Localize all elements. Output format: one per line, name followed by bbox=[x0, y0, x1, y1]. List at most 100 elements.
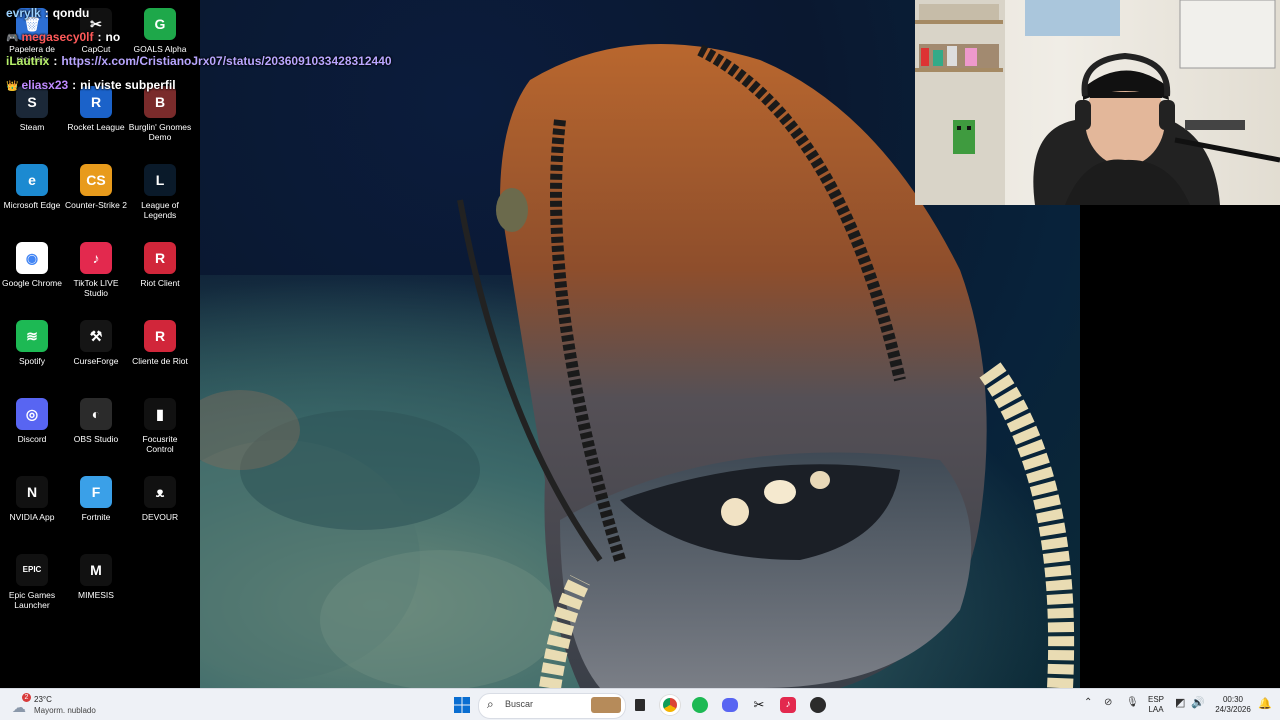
taskbar-chrome[interactable] bbox=[658, 693, 682, 717]
taskbar-tiktok-live[interactable]: ♪ bbox=[776, 693, 800, 717]
taskbar-capcut[interactable]: ✂ bbox=[747, 693, 771, 717]
taskbar-discord[interactable] bbox=[718, 693, 742, 717]
weather-alert-badge: 2 bbox=[22, 693, 31, 702]
app-icon: ᴥ bbox=[144, 476, 176, 508]
app-icon: EPIC bbox=[16, 554, 48, 586]
desktop-icon[interactable]: R Riot Client bbox=[128, 242, 192, 288]
app-icon: ◉ bbox=[16, 242, 48, 274]
app-icon: ♪ bbox=[80, 242, 112, 274]
task-view-button[interactable] bbox=[628, 693, 652, 717]
webcam-feed bbox=[915, 0, 1280, 205]
wifi-icon[interactable]: ◩ bbox=[1175, 696, 1185, 709]
app-icon: CS bbox=[80, 164, 112, 196]
show-hidden-icons-chevron[interactable]: ⌃ bbox=[1084, 697, 1092, 708]
chat-message: 👑 eliasx23: ni viste subperfil bbox=[6, 78, 176, 92]
spotify-icon bbox=[692, 697, 708, 713]
chrome-icon bbox=[660, 695, 680, 715]
keyboard-layout: LAA bbox=[1148, 705, 1164, 714]
chat-message: 🎮 megasecy0lf: no bbox=[6, 30, 120, 44]
chat-separator: : bbox=[53, 54, 58, 68]
desktop-icon[interactable]: ⚒ CurseForge bbox=[64, 320, 128, 366]
chat-text: https://x.com/CristianoJrx07/status/2036… bbox=[61, 54, 392, 68]
weather-desc: Mayorm. nublado bbox=[34, 706, 96, 715]
desktop-icon[interactable]: G GOALS Alpha bbox=[128, 8, 192, 54]
app-icon: F bbox=[80, 476, 112, 508]
microphone-icon[interactable]: 🎙 bbox=[1126, 697, 1139, 708]
taskbar-obs[interactable] bbox=[806, 693, 830, 717]
app-icon: ≋ bbox=[16, 320, 48, 352]
desktop-icon[interactable]: e Microsoft Edge bbox=[0, 164, 64, 210]
taskbar-spotify[interactable] bbox=[688, 693, 712, 717]
desktop-icon-label: League of Legends bbox=[141, 200, 179, 220]
discord-icon bbox=[722, 698, 738, 712]
desktop-icon[interactable]: ᴥ DEVOUR bbox=[128, 476, 192, 522]
desktop-icon[interactable]: CS Counter-Strike 2 bbox=[64, 164, 128, 210]
desktop-icon-label: Epic Games Launcher bbox=[8, 590, 56, 610]
desktop-icon[interactable]: R Cliente de Riot bbox=[128, 320, 192, 366]
chat-message: evrylk: qondu bbox=[6, 6, 89, 20]
webcam-scene bbox=[915, 0, 1280, 205]
desktop-icon-label: Discord bbox=[17, 434, 47, 444]
right-black-panel bbox=[1080, 205, 1280, 688]
clock[interactable]: 00:30 24/3/2026 bbox=[1210, 695, 1256, 715]
desktop-icon[interactable]: ◐ OBS Studio bbox=[64, 398, 128, 444]
desktop-icon[interactable]: M MIMESIS bbox=[64, 554, 128, 600]
desktop-icon-label: Burglin' Gnomes Demo bbox=[128, 122, 192, 142]
chat-username: iLautrix bbox=[6, 54, 50, 68]
desktop-icon-label: Steam bbox=[19, 122, 45, 132]
clock-date: 24/3/2026 bbox=[1215, 705, 1251, 714]
search-placeholder: Buscar bbox=[505, 699, 534, 709]
desktop-icon[interactable]: B Burglin' Gnomes Demo bbox=[128, 86, 192, 142]
app-icon: e bbox=[16, 164, 48, 196]
desktop-icon-label: MIMESIS bbox=[78, 590, 114, 600]
chat-username: evrylk bbox=[6, 6, 41, 20]
app-icon: R bbox=[144, 320, 176, 352]
desktop-icon[interactable]: R Rocket League bbox=[64, 86, 128, 132]
app-icon: L bbox=[144, 164, 176, 196]
desktop-icon-label: OBS Studio bbox=[73, 434, 119, 444]
desktop-icon-label: NVIDIA App bbox=[9, 512, 55, 522]
clock-time: 00:30 bbox=[1222, 695, 1244, 704]
search-highlight-icon bbox=[591, 697, 621, 713]
app-icon: R bbox=[144, 242, 176, 274]
input-language[interactable]: ESP LAA bbox=[1144, 695, 1168, 715]
desktop-icon[interactable]: ◎ Discord bbox=[0, 398, 64, 444]
desktop-icon-label: Google Chrome bbox=[1, 278, 62, 288]
weather-widget[interactable]: ☁ 2 23°C Mayorm. nublado bbox=[10, 693, 120, 717]
taskbar: ☁ 2 23°C Mayorm. nublado ⌕ Buscar ✂ ♪ ⌃ … bbox=[0, 688, 1280, 720]
desktop-icon[interactable]: F Fortnite bbox=[64, 476, 128, 522]
desktop-icon[interactable]: L League of Legends bbox=[128, 164, 192, 220]
start-button[interactable] bbox=[450, 693, 474, 717]
desktop-icon-label: CurseForge bbox=[73, 356, 119, 366]
desktop-icon-label: Riot Client bbox=[140, 278, 180, 288]
desktop-icon-label: Rocket League bbox=[67, 122, 125, 132]
desktop-icon[interactable]: ≋ Spotify bbox=[0, 320, 64, 366]
speaker-icon[interactable]: 🔊 bbox=[1191, 696, 1205, 709]
screen: 🗑 Papelera de reciclaje ✂ CapCut G GOALS Alph… bbox=[0, 0, 1280, 720]
chat-separator: : bbox=[97, 30, 102, 44]
desktop-icon-label: DEVOUR bbox=[141, 512, 179, 522]
desktop-icon[interactable]: S Steam bbox=[0, 86, 64, 132]
weather-temp: 23°C bbox=[34, 695, 52, 704]
desktop-icon[interactable]: N NVIDIA App bbox=[0, 476, 64, 522]
desktop-icon[interactable]: ♪ TikTok LIVE Studio bbox=[64, 242, 128, 298]
chat-message: iLautrix: https://x.com/CristianoJrx07/st… bbox=[6, 54, 392, 68]
notification-bell-icon[interactable]: 🔔 bbox=[1258, 697, 1272, 710]
search-icon: ⌕ bbox=[487, 697, 494, 711]
chat-badge-icon: 🎮 bbox=[6, 33, 19, 44]
desktop: 🗑 Papelera de reciclaje ✂ CapCut G GOALS Alph… bbox=[0, 0, 200, 688]
app-icon: ⚒ bbox=[80, 320, 112, 352]
taskbar-search[interactable]: ⌕ Buscar bbox=[478, 693, 626, 719]
tiktok-live-icon: ♪ bbox=[780, 697, 796, 713]
desktop-icon-label: Cliente de Riot bbox=[132, 356, 188, 366]
app-icon: G bbox=[144, 8, 176, 40]
app-icon: M bbox=[80, 554, 112, 586]
desktop-icon-label: Fortnite bbox=[81, 512, 111, 522]
network-off-icon[interactable]: ⊘ bbox=[1104, 697, 1112, 708]
chat-separator: : bbox=[44, 6, 49, 20]
desktop-icon[interactable]: EPIC Epic Games Launcher bbox=[0, 554, 64, 610]
desktop-icon-label: CapCut bbox=[81, 44, 111, 54]
desktop-icon[interactable]: ▮ Focusrite Control bbox=[128, 398, 192, 454]
app-icon: ▮ bbox=[144, 398, 176, 430]
desktop-icon[interactable]: ◉ Google Chrome bbox=[0, 242, 64, 288]
